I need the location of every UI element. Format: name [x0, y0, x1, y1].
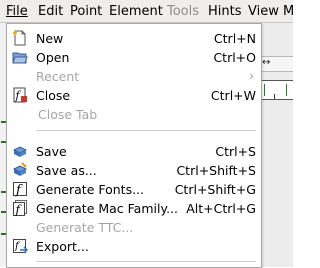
menu-item-close[interactable]: f Close Ctrl+W [7, 86, 261, 105]
menu-point[interactable]: Point [70, 3, 102, 20]
menu-item-recent[interactable]: Recent › [7, 67, 261, 86]
menu-item-save-as[interactable]: Save as... Ctrl+Shift+S [7, 161, 261, 180]
menu-item-close-tab[interactable]: Close Tab [7, 105, 261, 124]
menu-hints[interactable]: Hints [208, 3, 242, 20]
menubar: File Edit Point Element Tools Hints View… [0, 0, 294, 23]
menu-item-export[interactable]: f Export... [7, 237, 261, 256]
menu-file[interactable]: File [6, 3, 28, 20]
new-document-icon [12, 30, 28, 46]
menu-tools[interactable]: Tools [167, 3, 199, 20]
background-toolbar-arrows: ↔ [262, 57, 271, 68]
menu-item-generate-mac-family[interactable]: f Generate Mac Family... Alt+Ctrl+G [7, 199, 261, 218]
save-as-icon [12, 162, 28, 178]
file-menu-dropdown: New Ctrl+N Open Ctrl+O Recent › f Close … [6, 23, 262, 268]
menu-view[interactable]: View [248, 3, 279, 20]
menu-item-generate-ttc[interactable]: Generate TTC... [7, 218, 261, 237]
export-icon: f [12, 238, 29, 254]
submenu-arrow-icon: › [249, 69, 254, 83]
generate-fonts-icon: f [12, 181, 28, 198]
menu-edit[interactable]: Edit [38, 3, 63, 20]
menu-separator [36, 261, 256, 262]
menu-separator [36, 130, 256, 131]
close-document-icon: f [12, 87, 28, 103]
menu-item-new[interactable]: New Ctrl+N [7, 29, 261, 48]
save-icon [12, 143, 28, 159]
menu-more[interactable]: M [283, 3, 294, 20]
menu-element[interactable]: Element [109, 3, 163, 20]
generate-mac-family-icon: f [12, 200, 28, 217]
menu-item-save[interactable]: Save Ctrl+S [7, 142, 261, 161]
menu-item-open[interactable]: Open Ctrl+O [7, 48, 261, 67]
open-folder-icon [12, 49, 28, 65]
menu-item-generate-fonts[interactable]: f Generate Fonts... Ctrl+Shift+G [7, 180, 261, 199]
